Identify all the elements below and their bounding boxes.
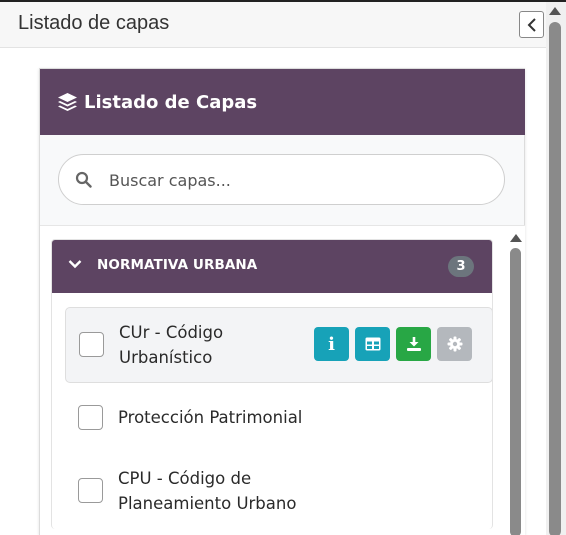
scroll-up-arrow[interactable] [549, 7, 561, 15]
gear-icon [447, 336, 462, 352]
scrollbar-thumb[interactable] [510, 248, 521, 535]
search-box[interactable] [58, 154, 505, 205]
layer-list: NORMATIVA URBANA 3 CUr - Código Urbaníst… [40, 225, 525, 535]
layer-item: Protección Patrimonial [65, 391, 492, 446]
layer-name: CPU - Código de Planeamiento Urbano [118, 469, 297, 513]
search-input[interactable] [109, 168, 489, 192]
layer-checkbox[interactable] [78, 405, 103, 430]
collapse-panel-button[interactable] [519, 11, 544, 38]
chevron-left-icon [527, 17, 536, 32]
group-title: NORMATIVA URBANA [97, 257, 258, 273]
group-count-badge: 3 [448, 256, 474, 277]
layer-group: NORMATIVA URBANA 3 CUr - Código Urbaníst… [51, 239, 493, 529]
scrollbar-thumb[interactable] [549, 22, 561, 535]
panel-header: Listado de capas [0, 2, 546, 48]
search-icon [75, 171, 92, 188]
group-header[interactable]: NORMATIVA URBANA 3 [52, 240, 492, 293]
info-icon: i [328, 333, 335, 355]
layer-checkbox[interactable] [78, 478, 103, 503]
panel-title: Listado de capas [18, 12, 170, 34]
layer-item: CPU - Código de Planeamiento Urbano [65, 453, 492, 529]
layer-table-button[interactable] [355, 327, 390, 361]
card-title: Listado de Capas [84, 91, 258, 113]
layers-card: Listado de Capas NORMATIVA URBANA 3 CUr … [39, 68, 525, 535]
layer-checkbox[interactable] [79, 332, 104, 357]
layer-name: Protección Patrimonial [118, 408, 303, 427]
layer-name: CUr - Código Urbanístico [119, 323, 224, 367]
layer-actions: i [314, 327, 472, 361]
layers-icon [58, 92, 77, 111]
layer-info-button[interactable]: i [314, 327, 349, 361]
table-icon [365, 337, 380, 351]
panel-scrollbar[interactable] [546, 2, 566, 535]
layer-item: CUr - Código Urbanístico i [65, 307, 492, 383]
download-icon [406, 337, 421, 351]
scroll-up-arrow[interactable] [510, 234, 522, 242]
chevron-down-icon [68, 260, 82, 269]
layer-list-scrollbar[interactable] [508, 232, 524, 535]
layer-download-button[interactable] [396, 327, 431, 361]
layer-settings-button[interactable] [437, 327, 472, 361]
card-header: Listado de Capas [40, 69, 525, 135]
